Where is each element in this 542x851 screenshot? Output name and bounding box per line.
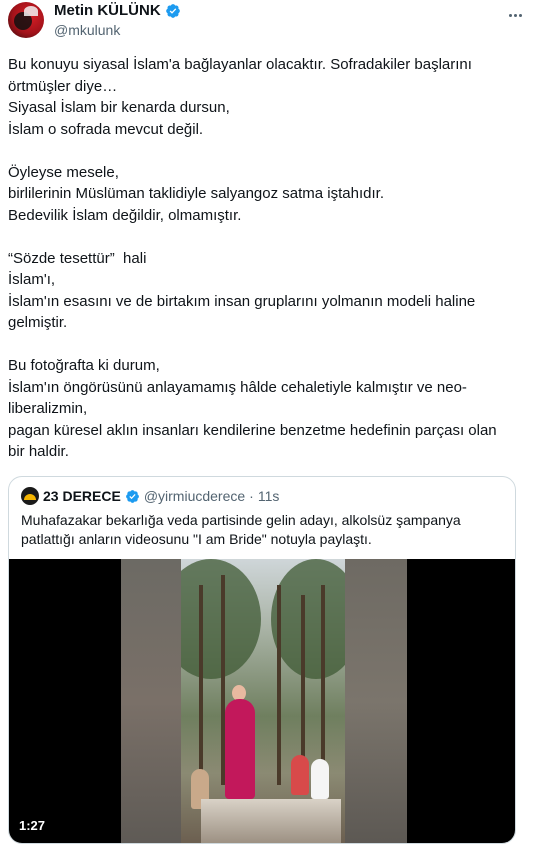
author-avatar[interactable]	[8, 2, 44, 38]
author-handle[interactable]: @mkulunk	[54, 22, 181, 38]
quoted-handle: @yirmiucderece	[143, 488, 246, 504]
video-guest	[291, 755, 309, 795]
quoted-verified-badge-icon	[125, 489, 139, 503]
author-display-name-row[interactable]: Metin KÜLÜNK	[54, 2, 181, 19]
author-display-name[interactable]: Metin KÜLÜNK	[54, 2, 161, 19]
video-tree-trunk	[321, 585, 325, 785]
tweet-header: Metin KÜLÜNK @mkulunk	[8, 0, 534, 46]
quoted-tweet-text: Muhafazakar bekarlığa veda partisinde ge…	[21, 512, 461, 547]
quoted-separator: ·	[249, 488, 254, 504]
video-tree-trunk	[199, 585, 203, 785]
quoted-timestamp[interactable]: 11s	[258, 488, 280, 504]
video-table	[201, 799, 341, 843]
author-name-block: Metin KÜLÜNK @mkulunk	[54, 2, 181, 38]
quoted-author-avatar	[21, 487, 39, 505]
video-duration: 1:27	[19, 818, 46, 833]
quoted-display-name: 23 DERECE	[43, 488, 121, 504]
video-blur-left	[121, 559, 181, 843]
video-tree-trunk	[277, 585, 281, 785]
tweet-body: Bu konuyu siyasal İslam'a bağlayanlar ol…	[8, 56, 497, 460]
video-bride-figure	[225, 699, 255, 799]
verified-badge-icon	[165, 3, 180, 18]
quoted-tweet-header: 23 DERECE @yirmiucderece · 11s	[21, 487, 279, 505]
avatar-highlight	[24, 6, 38, 16]
video-guest	[311, 759, 329, 799]
video-blur-right	[345, 559, 407, 843]
video-frame	[181, 559, 345, 843]
more-options-icon[interactable]	[504, 4, 526, 26]
video-trees-canopy	[271, 559, 345, 679]
quoted-video[interactable]: 1:27	[9, 559, 515, 843]
quoted-tweet-card[interactable]: 23 DERECE @yirmiucderece · 11s Muhafazak…	[8, 476, 516, 844]
